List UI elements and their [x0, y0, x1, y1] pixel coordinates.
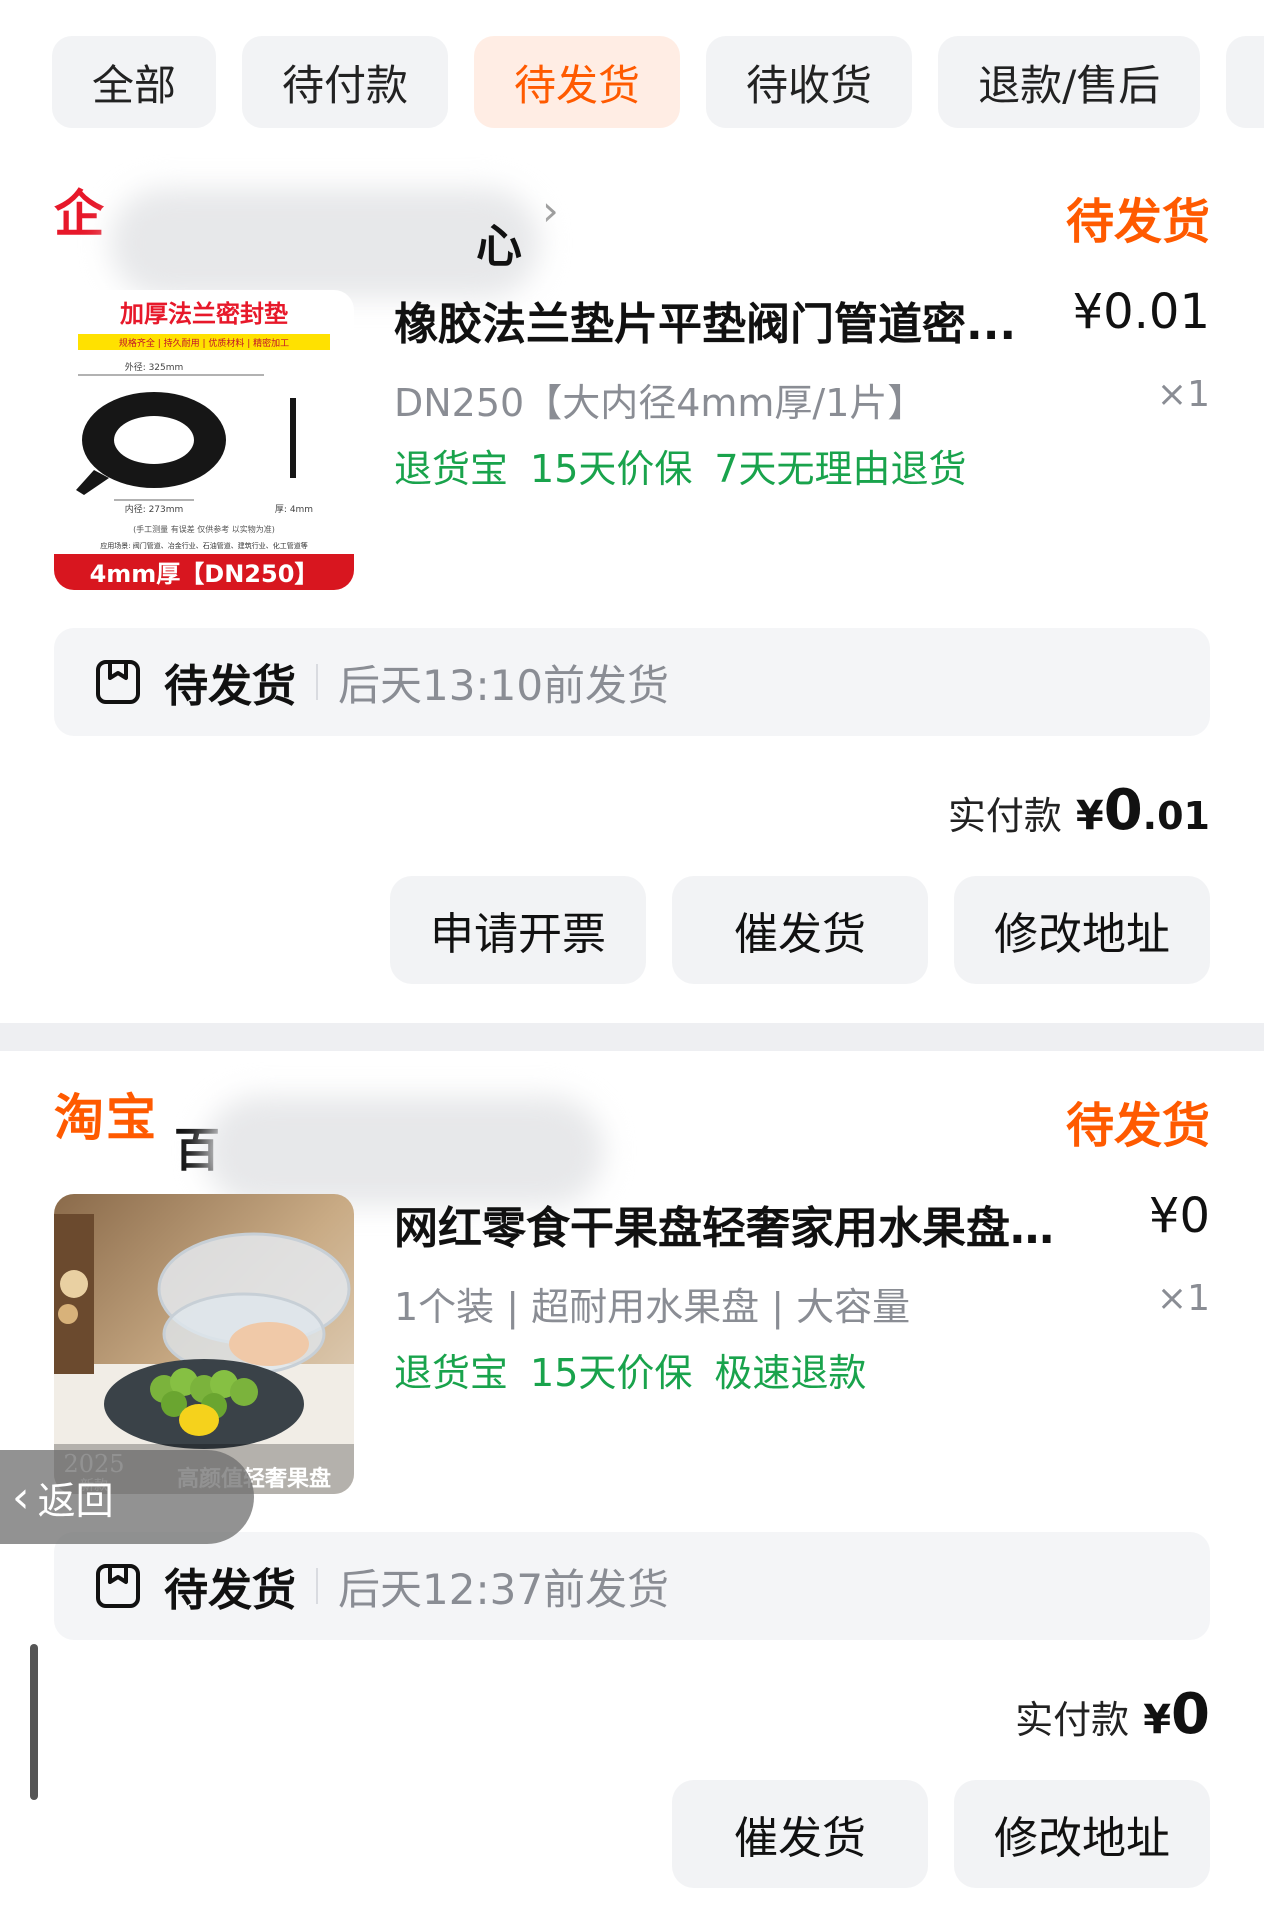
- service-tag: 15天价保: [530, 447, 693, 491]
- thumb-note: (手工测量 有误差 仅供参考 以实物为准): [133, 524, 275, 534]
- order-actions: 申请开票 催发货 修改地址: [390, 876, 1210, 984]
- section-divider: [0, 1023, 1264, 1051]
- urge-shipment-button[interactable]: 催发货: [672, 1780, 928, 1888]
- shipping-status-box[interactable]: 待发货 后天13:10前发货: [54, 628, 1210, 736]
- paid-integer: 0: [1171, 1682, 1210, 1747]
- product-image[interactable]: 2025 新款 高颜值轻奢果盘: [54, 1194, 354, 1494]
- thumb-outer: 外径: 325mm: [125, 361, 184, 373]
- tab-pending-receipt[interactable]: 待收货: [706, 36, 913, 128]
- shop-header[interactable]: 淘宝 百: [54, 1074, 1210, 1206]
- paid-decimal: .01: [1142, 794, 1210, 838]
- change-address-button[interactable]: 修改地址: [954, 1780, 1210, 1888]
- product-quantity: ×1: [1156, 374, 1210, 415]
- tab-review[interactable]: 评: [1226, 36, 1264, 128]
- thumb-inner: 内径: 273mm: [125, 503, 184, 515]
- product-title[interactable]: 橡胶法兰垫片平垫阀门管道密...: [394, 288, 1034, 352]
- service-tag: 15天价保: [530, 1351, 693, 1395]
- service-tag: 7天无理由退货: [714, 447, 967, 491]
- tab-all[interactable]: 全部: [52, 36, 217, 128]
- service-tag: 退货宝: [394, 1351, 509, 1395]
- thumb-usage: 应用场景: 阀门管道、冶金行业、石油管道、建筑行业、化工管道等: [100, 541, 308, 550]
- paid-currency: ¥: [1143, 1697, 1172, 1743]
- service-tags: 退货宝 15天价保 7天无理由退货: [394, 438, 967, 493]
- service-tag: 极速退款: [714, 1351, 867, 1395]
- order-status: 待发货: [1065, 194, 1210, 250]
- divider: [316, 1568, 318, 1604]
- service-tags: 退货宝 15天价保 极速退款: [394, 1342, 866, 1397]
- order-tabs: 全部 待付款 待发货 待收货 退款/售后 评: [52, 36, 1264, 128]
- thumb-strip: 规格齐全 | 持久耐用 | 优质材料 | 精密加工: [119, 337, 289, 349]
- thumb-thickness: 厚: 4mm: [275, 504, 313, 515]
- shipping-deadline: 后天13:10前发货: [338, 660, 670, 710]
- shipping-deadline: 后天12:37前发货: [338, 1564, 670, 1614]
- urge-shipment-button[interactable]: 催发货: [672, 876, 928, 984]
- tab-pending-payment[interactable]: 待付款: [242, 36, 449, 128]
- divider: [316, 664, 318, 700]
- shipping-label: 待发货: [164, 661, 296, 712]
- paid-integer: 0: [1103, 778, 1143, 843]
- product-sku: 1个装 | 超耐用水果盘 | 大容量: [394, 1285, 911, 1329]
- product-sku: DN250【大内径4mm厚/1片】: [394, 381, 926, 425]
- gasket-product-image: 加厚法兰密封垫 规格齐全 | 持久耐用 | 优质材料 | 精密加工 外径: 32…: [54, 290, 354, 590]
- product-image[interactable]: 加厚法兰密封垫 规格齐全 | 持久耐用 | 优质材料 | 精密加工 外径: 32…: [54, 290, 354, 590]
- request-invoice-button[interactable]: 申请开票: [390, 876, 646, 984]
- change-address-button[interactable]: 修改地址: [954, 876, 1210, 984]
- paid-amount: 实付款 ¥ 0: [1015, 1682, 1210, 1747]
- back-label: 返回: [37, 1478, 114, 1523]
- service-tag: 退货宝: [394, 447, 509, 491]
- product-price: ¥0: [1148, 1188, 1210, 1244]
- thumb-footer: 4mm厚【DN250】: [90, 560, 319, 588]
- enterprise-badge-icon: 企: [54, 185, 104, 243]
- fruit-plate-product-image: 2025 新款 高颜值轻奢果盘: [54, 1194, 354, 1494]
- chevron-right-icon: ›: [542, 185, 559, 235]
- product-quantity: ×1: [1156, 1278, 1210, 1319]
- order-actions: 催发货 修改地址: [672, 1780, 1210, 1888]
- paid-amount: 实付款 ¥ 0 .01: [948, 778, 1210, 843]
- package-icon: [96, 1564, 140, 1608]
- shop-header[interactable]: 企 心 ›: [54, 170, 1210, 298]
- thumb-headline: 加厚法兰密封垫: [120, 300, 288, 328]
- paid-currency: ¥: [1075, 793, 1104, 839]
- paid-label: 实付款: [1015, 1698, 1130, 1742]
- back-button[interactable]: ‹ 返回: [0, 1450, 254, 1544]
- order-status: 待发货: [1065, 1098, 1210, 1154]
- shipping-status-box[interactable]: 待发货 后天12:37前发货: [54, 1532, 1210, 1640]
- tab-refund-aftersale[interactable]: 退款/售后: [938, 36, 1201, 128]
- product-title[interactable]: 网红零食干果盘轻奢家用水果盘零...: [394, 1192, 1094, 1256]
- package-icon: [96, 660, 140, 704]
- product-price: ¥0.01: [1072, 284, 1210, 340]
- scrollbar[interactable]: [30, 1644, 38, 1800]
- paid-label: 实付款: [947, 794, 1062, 838]
- taobao-badge-icon: 淘宝: [54, 1089, 158, 1147]
- tab-pending-shipment[interactable]: 待发货: [474, 36, 681, 128]
- chevron-left-icon: ‹: [12, 1471, 30, 1523]
- shipping-label: 待发货: [164, 1565, 296, 1616]
